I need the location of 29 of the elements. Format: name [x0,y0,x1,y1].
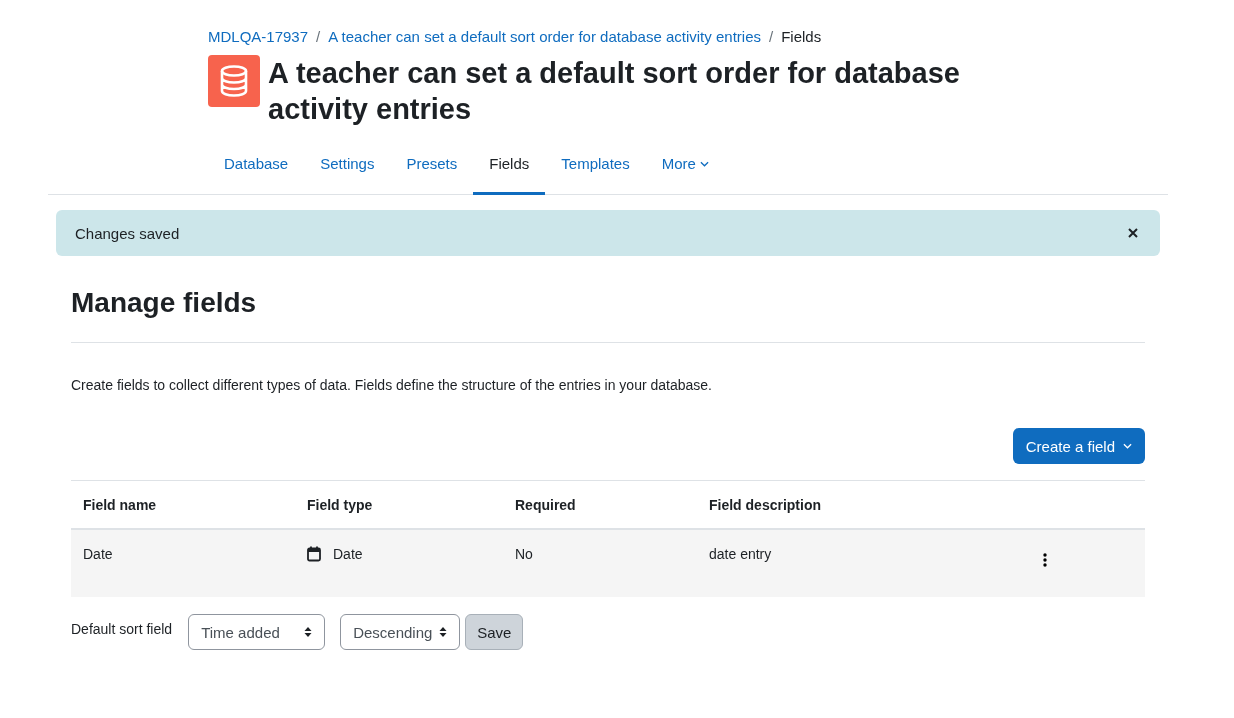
table-cell: Date [71,529,295,597]
more-menu[interactable]: More [645,141,725,195]
nav-tab[interactable]: Database [208,141,305,195]
close-icon[interactable] [1128,228,1138,238]
breadcrumb-link[interactable]: MDLQA-17937 [208,28,309,45]
description-text: Create fields to collect different types of data. Fields define the structure of the entries in your database. [71,377,713,393]
caret-icon [699,160,709,167]
table-cell: No [503,529,697,597]
sort-field-label: Default sort field [71,621,173,637]
caret-icon [1123,443,1132,449]
save-button[interactable]: Save [465,614,524,650]
table-cell: date entry [697,529,1021,597]
sort-order-select[interactable]: Descending [340,614,461,650]
alert-message: Changes saved [75,224,180,242]
breadcrumb-separator: / [316,28,321,45]
create-field-button[interactable]: Create a field [1012,428,1145,464]
page-title: A teacher can set a default sort order for database activity entries [268,56,961,127]
table-cell: Date [333,546,363,562]
nav-tab[interactable]: Templates [545,141,646,195]
section-heading: Manage fields [71,286,1145,343]
sort-field-select[interactable]: Time added [188,614,326,650]
breadcrumb-link[interactable]: A teacher can set a default sort order for database activity entries [328,28,761,45]
nav-tab[interactable]: Presets [390,141,474,195]
nav-tab[interactable]: Settings [304,141,391,195]
breadcrumb-separator: / [769,28,774,45]
nav-tab[interactable]: Fields [473,141,546,195]
breadcrumb-current: Fields [781,28,822,45]
database-icon [208,55,260,107]
calendar-icon [307,546,321,562]
